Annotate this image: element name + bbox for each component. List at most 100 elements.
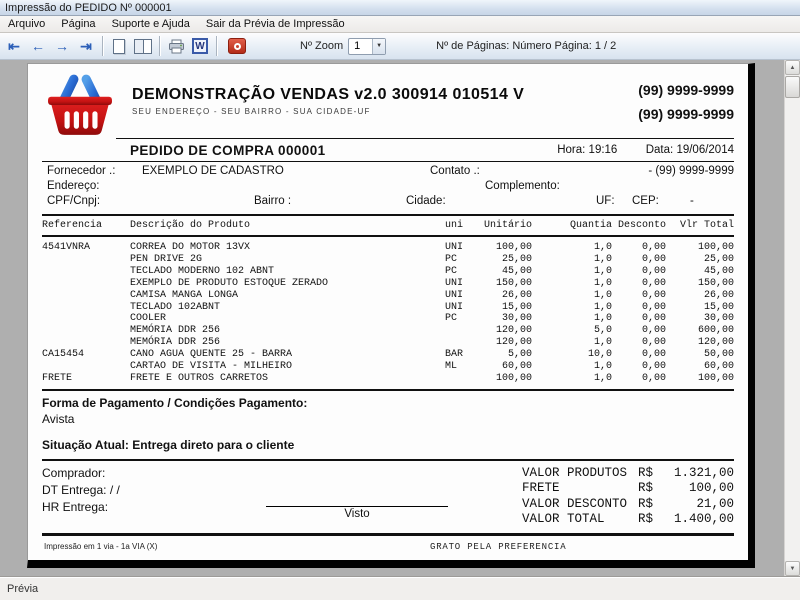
table-row: MEMÓRIA DDR 256 120,00 5,0 0,00 600,00 <box>42 325 734 337</box>
thanks-text: GRATO PELA PREFERENCIA <box>430 542 566 552</box>
chevron-down-icon[interactable]: ▼ <box>372 39 385 54</box>
fornecedor-value: EXEMPLO DE CADASTRO <box>142 165 284 177</box>
time-label: Hora: <box>557 144 585 156</box>
next-page-button[interactable]: → <box>51 36 73 57</box>
time-value: 19:16 <box>589 144 618 156</box>
payment-block: Forma de Pagamento / Condições Pagamento… <box>42 391 734 459</box>
toolbar-separator <box>159 36 160 56</box>
zoom-value: 1 <box>349 40 372 52</box>
col-vlr-total: Vlr Total <box>666 220 734 231</box>
signature-line <box>266 506 448 507</box>
zoom-select[interactable]: 1 ▼ <box>348 38 386 55</box>
table-row: CARTAO DE VISITA - MILHEIRO ML 60,00 1,0… <box>42 361 734 373</box>
contato-value: - (99) 9999-9999 <box>648 165 734 177</box>
date-value: 19/06/2014 <box>676 144 734 156</box>
col-unitario: Unitário <box>480 220 532 231</box>
menu-pagina[interactable]: Página <box>53 16 103 32</box>
last-page-icon: ⇥ <box>80 39 92 53</box>
first-page-button[interactable]: ⇤ <box>3 36 25 57</box>
payment-value: Avista <box>42 412 734 426</box>
single-page-view-button[interactable] <box>108 36 130 57</box>
toolbar-separator <box>102 36 103 56</box>
basket-logo <box>44 72 116 138</box>
table-row: PEN DRIVE 2G PC 25,00 1,0 0,00 25,00 <box>42 254 734 266</box>
total-row: VALOR TOTAL R$ 1.400,00 <box>522 512 734 528</box>
print-button[interactable] <box>165 36 187 57</box>
single-page-icon <box>113 39 125 54</box>
table-row: EXEMPLO DE PRODUTO ESTOQUE ZERADO UNI 15… <box>42 278 734 290</box>
bottom-block: Comprador: DT Entrega: / / HR Entrega: V… <box>42 461 734 533</box>
fornecedor-label: Fornecedor .: <box>47 165 115 177</box>
menu-suporte-ajuda[interactable]: Suporte e Ajuda <box>104 16 198 32</box>
power-icon <box>234 43 241 50</box>
complemento-label: Complemento: <box>485 180 560 192</box>
toolbar: ⇤ ← → ⇥ W <box>0 33 800 60</box>
print-via-text: Impressão em 1 via - 1a VIA (X) <box>44 542 157 551</box>
printer-icon <box>168 39 185 54</box>
window-title: Impressão do PEDIDO Nº 000001 <box>5 2 172 14</box>
scroll-down-button[interactable]: ▼ <box>785 561 800 576</box>
company-phones: (99) 9999-9999 (99) 9999-9999 <box>604 70 734 138</box>
two-page-view-button[interactable] <box>132 36 154 57</box>
table-row: COOLER PC 30,00 1,0 0,00 30,00 <box>42 313 734 325</box>
total-row: VALOR PRODUTOS R$ 1.321,00 <box>522 466 734 482</box>
table-row: FRETE FRETE E OUTROS CARRETOS 100,00 1,0… <box>42 373 734 385</box>
col-referencia: Referencia <box>42 220 130 231</box>
export-word-button[interactable]: W <box>189 36 211 57</box>
cpf-label: CPF/Cnpj: <box>47 195 100 207</box>
menu-arquivo[interactable]: Arquivo <box>0 16 53 32</box>
cep-label: CEP: <box>632 195 659 207</box>
company-address: SEU ENDEREÇO - SEU BAIRRO - SUA CIDADE-U… <box>132 107 604 116</box>
hr-entrega-label: HR Entrega: <box>42 500 252 514</box>
table-row: TECLADO MODERNO 102 ABNT PC 45,00 1,0 0,… <box>42 266 734 278</box>
two-page-icon <box>134 39 152 54</box>
zoom-group: Nº Zoom 1 ▼ <box>300 38 386 55</box>
print-footer: Impressão em 1 via - 1a VIA (X) GRATO PE… <box>42 539 734 555</box>
cep-value: - <box>690 195 694 207</box>
contato-label: Contato .: <box>430 165 480 177</box>
col-quantia: Quantia <box>532 220 612 231</box>
order-row: PEDIDO DE COMPRA 000001 Hora: 19:16 Data… <box>42 139 734 161</box>
last-page-button[interactable]: ⇥ <box>75 36 97 57</box>
items-table: Referencia Descrição do Produto uni Unit… <box>42 216 734 389</box>
menubar: Arquivo Página Suporte e Ajuda Sair da P… <box>0 16 800 33</box>
previous-page-button[interactable]: ← <box>27 36 49 57</box>
divider <box>42 533 734 536</box>
items-table-header: Referencia Descrição do Produto uni Unit… <box>42 216 734 233</box>
col-descricao: Descrição do Produto <box>130 220 437 231</box>
toolbar-separator <box>216 36 217 56</box>
company-block: DEMONSTRAÇÃO VENDAS v2.0 300914 010514 V… <box>132 70 604 138</box>
menu-sair-previa[interactable]: Sair da Prévia de Impressão <box>198 16 353 32</box>
titlebar[interactable]: Impressão do PEDIDO Nº 000001 <box>0 0 800 16</box>
phone-2: (99) 9999-9999 <box>604 106 734 122</box>
col-desconto: Desconto <box>612 220 666 231</box>
close-preview-button[interactable] <box>228 38 246 54</box>
visto-label: Visto <box>266 508 448 520</box>
next-page-icon: → <box>55 39 69 53</box>
document-header: DEMONSTRAÇÃO VENDAS v2.0 300914 010514 V… <box>42 70 734 138</box>
scroll-up-button[interactable]: ▲ <box>785 60 800 75</box>
statusbar: Prévia <box>0 576 800 600</box>
pages-info: Nº de Páginas: Número Página: 1 / 2 <box>436 40 616 52</box>
company-title: DEMONSTRAÇÃO VENDAS v2.0 300914 010514 V <box>132 86 604 104</box>
arrow-up-icon: ▲ <box>790 65 796 71</box>
endereco-label: Endereço: <box>47 180 99 192</box>
table-row: CA15454 CANO AGUA QUENTE 25 - BARRA BAR … <box>42 349 734 361</box>
bairro-label: Bairro : <box>254 195 291 207</box>
items-body: 4541VNRA CORREA DO MOTOR 13VX UNI 100,00… <box>42 237 734 389</box>
app-window: Impressão do PEDIDO Nº 000001 Arquivo Pá… <box>0 0 800 600</box>
first-page-icon: ⇤ <box>8 39 20 53</box>
supplier-row-1: Fornecedor .: EXEMPLO DE CADASTRO Contat… <box>42 165 734 180</box>
dt-entrega-value: / / <box>110 483 120 497</box>
vertical-scrollbar[interactable]: ▲ ▼ <box>784 60 800 576</box>
order-status: Situação Atual: Entrega direto para o cl… <box>42 438 734 452</box>
status-text: Prévia <box>7 583 38 595</box>
scrollbar-thumb[interactable] <box>785 76 800 98</box>
table-row: TECLADO 102ABNT UNI 15,00 1,0 0,00 15,00 <box>42 302 734 314</box>
order-datetime: Hora: 19:16 Data: 19/06/2014 <box>557 144 734 156</box>
table-row: CAMISA MANGA LONGA UNI 26,00 1,0 0,00 26… <box>42 290 734 302</box>
total-row: VALOR DESCONTO R$ 21,00 <box>522 497 734 513</box>
document-page: DEMONSTRAÇÃO VENDAS v2.0 300914 010514 V… <box>27 63 755 568</box>
date-label: Data: <box>646 144 674 156</box>
supplier-row-3: CPF/Cnpj: Bairro : Cidade: UF: CEP: - <box>42 195 734 210</box>
